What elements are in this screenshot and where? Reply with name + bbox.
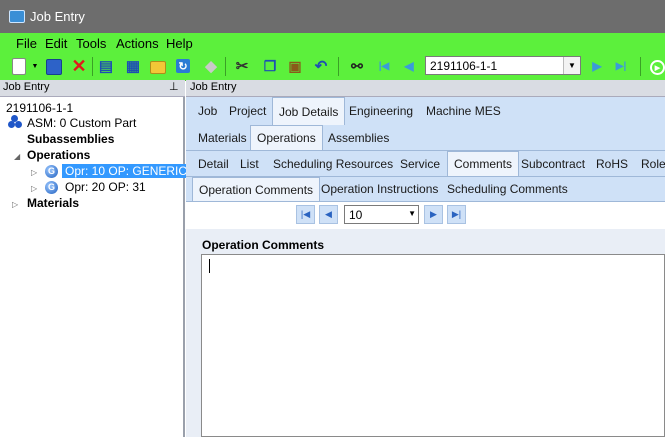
previous-record-icon[interactable]: ◀ xyxy=(400,57,418,75)
tab-materials[interactable]: Materials xyxy=(192,125,253,150)
tab-machine-mes[interactable]: Machine MES xyxy=(420,97,507,125)
tab-operation-instructions[interactable]: Operation Instructions xyxy=(315,177,444,201)
paste-icon[interactable]: ▣ xyxy=(286,57,304,75)
tree-operation-10-node[interactable]: Opr: 10 OP: GENERIC xyxy=(62,164,191,178)
save-icon[interactable] xyxy=(46,59,62,75)
left-panel-title: Job Entry xyxy=(3,81,50,93)
menu-file[interactable]: File xyxy=(16,36,37,51)
right-panel-title: Job Entry xyxy=(190,81,237,93)
next-record-icon[interactable]: ▶ xyxy=(424,205,443,224)
toolbar-separator xyxy=(640,57,641,76)
tree-materials-node[interactable]: Materials xyxy=(27,196,79,210)
toolbar-separator xyxy=(92,57,93,76)
tab-operations[interactable]: Operations xyxy=(250,125,323,150)
collapsed-arrow-icon[interactable]: ▷ xyxy=(12,200,18,209)
app-icon xyxy=(9,10,25,23)
chevron-down-icon[interactable]: ▼ xyxy=(563,57,580,74)
menu-help[interactable]: Help xyxy=(166,36,193,51)
eraser-icon[interactable]: ◆ xyxy=(202,57,220,75)
tree-operations-node[interactable]: Operations xyxy=(27,148,90,162)
tab-operation-comments[interactable]: Operation Comments xyxy=(192,177,321,201)
pin-icon[interactable]: ⊥ xyxy=(169,80,179,93)
tab-list[interactable]: List xyxy=(234,151,265,176)
toolbar-separator xyxy=(225,57,226,76)
job-number-combo[interactable]: 2191106-1-1 ▼ xyxy=(425,56,581,75)
operation-number-value: 10 xyxy=(349,208,363,222)
tab-service[interactable]: Service xyxy=(394,151,446,176)
delete-icon[interactable]: ✕ xyxy=(70,56,88,76)
window-title: Job Entry xyxy=(30,9,85,24)
last-record-icon[interactable]: ▶| xyxy=(447,205,466,224)
job-number-value: 2191106-1-1 xyxy=(430,59,498,73)
tab-rohs[interactable]: RoHS xyxy=(590,151,634,176)
title-bar: Job Entry xyxy=(0,0,665,33)
tab-assemblies[interactable]: Assemblies xyxy=(322,125,395,150)
first-record-icon[interactable]: |◀ xyxy=(375,57,393,75)
cut-icon[interactable]: ✂ xyxy=(233,57,251,75)
tab-job[interactable]: Job xyxy=(192,97,223,125)
operation-icon: G xyxy=(45,165,58,178)
tree-asm-node[interactable]: ASM: 0 Custom Part xyxy=(27,116,136,130)
play-icon[interactable]: ▶ xyxy=(650,60,665,75)
collapsed-arrow-icon[interactable]: ▷ xyxy=(31,184,37,193)
first-record-icon[interactable]: |◀ xyxy=(296,205,315,224)
book-icon[interactable]: ▤ xyxy=(97,57,115,75)
assembly-icon xyxy=(8,115,22,128)
binoculars-icon[interactable]: ⚯ xyxy=(348,57,366,75)
previous-record-icon[interactable]: ◀ xyxy=(319,205,338,224)
menu-edit[interactable]: Edit xyxy=(45,36,67,51)
next-record-icon[interactable]: ▶ xyxy=(588,57,606,75)
tab-scheduling-comments[interactable]: Scheduling Comments xyxy=(441,177,574,201)
last-record-icon[interactable]: ▶| xyxy=(612,57,630,75)
operation-comments-textarea[interactable] xyxy=(201,254,665,437)
menu-bar: File Edit Tools Actions Help xyxy=(0,33,665,53)
operation-icon: G xyxy=(45,181,58,194)
tree-job-node[interactable]: 2191106-1-1 xyxy=(6,101,73,115)
copy-icon[interactable]: ❐ xyxy=(261,57,279,75)
tab-project[interactable]: Project xyxy=(223,97,272,125)
expanded-arrow-icon[interactable]: ◢ xyxy=(14,152,20,161)
refresh-icon[interactable]: ↻ xyxy=(176,59,190,73)
tab-subcontract[interactable]: Subcontract xyxy=(515,151,591,176)
tabrow-main: Job Project Job Details Engineering Mach… xyxy=(186,97,665,126)
tree-subassemblies-node[interactable]: Subassemblies xyxy=(27,132,114,146)
grid-icon[interactable]: ▦ xyxy=(124,57,142,75)
tree-operation-20-node[interactable]: Opr: 20 OP: 31 xyxy=(65,180,146,194)
right-panel-header: Job Entry xyxy=(186,80,665,97)
tab-job-details[interactable]: Job Details xyxy=(272,97,346,125)
tab-detail[interactable]: Detail xyxy=(192,151,235,176)
tab-scheduling-resources[interactable]: Scheduling Resources xyxy=(267,151,399,176)
menu-tools[interactable]: Tools xyxy=(76,36,106,51)
folder-icon[interactable] xyxy=(150,61,166,74)
job-tree: 2191106-1-1 ASM: 0 Custom Part Subassemb… xyxy=(0,97,191,437)
undo-icon[interactable]: ↶ xyxy=(312,57,330,75)
left-panel-header: Job Entry ⊥ xyxy=(0,80,185,97)
operation-comments-label: Operation Comments xyxy=(202,238,325,252)
collapsed-arrow-icon[interactable]: ▷ xyxy=(31,168,37,177)
text-caret xyxy=(209,259,210,273)
operation-number-combo[interactable]: 10 ▼ xyxy=(344,205,419,224)
toolbar-separator xyxy=(338,57,339,76)
new-document-icon[interactable] xyxy=(12,58,26,75)
record-navigator: |◀ ◀ 10 ▼ ▶ ▶| xyxy=(186,202,665,228)
tabrow-comments: Operation Comments Operation Instruction… xyxy=(186,177,665,202)
tabrow-operations: Detail List Scheduling Resources Service… xyxy=(186,151,665,177)
chevron-down-icon[interactable]: ▼ xyxy=(408,209,416,218)
tabrow-job-details: Materials Operations Assemblies xyxy=(186,125,665,151)
tab-comments[interactable]: Comments xyxy=(447,151,520,176)
menu-actions[interactable]: Actions xyxy=(116,36,159,51)
new-dropdown-icon[interactable]: ▼ xyxy=(31,57,39,75)
tab-engineering[interactable]: Engineering xyxy=(343,97,419,125)
tab-role[interactable]: Role xyxy=(635,151,665,176)
